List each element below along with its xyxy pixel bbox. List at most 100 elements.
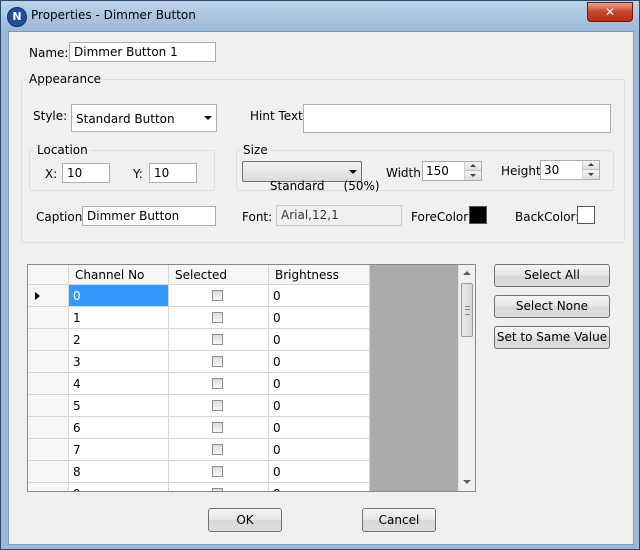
scroll-thumb[interactable] bbox=[461, 283, 473, 337]
cell-channel-no[interactable]: 0 bbox=[69, 285, 169, 307]
cell-brightness[interactable]: 0 bbox=[269, 329, 370, 351]
app-logo-icon: N bbox=[7, 7, 27, 27]
chevron-down-icon bbox=[349, 169, 357, 174]
cell-channel-no[interactable]: 5 bbox=[69, 395, 169, 417]
row-header[interactable] bbox=[28, 417, 69, 439]
column-header-channel[interactable]: Channel No bbox=[69, 265, 169, 285]
select-none-button[interactable]: Select None bbox=[494, 295, 610, 318]
cell-selected bbox=[169, 351, 269, 373]
selected-checkbox[interactable] bbox=[212, 378, 223, 389]
close-button[interactable]: ✕ bbox=[587, 2, 633, 22]
name-label: Name: bbox=[29, 46, 69, 60]
selected-checkbox[interactable] bbox=[212, 422, 223, 433]
cell-brightness[interactable]: 0 bbox=[269, 373, 370, 395]
table-row[interactable]: 90 bbox=[28, 483, 370, 491]
cell-brightness[interactable]: 0 bbox=[269, 417, 370, 439]
location-y-label: Y: bbox=[133, 167, 143, 181]
row-header[interactable] bbox=[28, 483, 69, 491]
table-row[interactable]: 20 bbox=[28, 329, 370, 351]
chevron-down-icon bbox=[204, 116, 212, 120]
cell-brightness[interactable]: 0 bbox=[269, 285, 370, 307]
row-header[interactable] bbox=[28, 351, 69, 373]
select-all-button[interactable]: Select All bbox=[494, 264, 610, 287]
location-y-input[interactable]: 10 bbox=[149, 163, 197, 183]
backcolor-label: BackColor: bbox=[515, 210, 580, 224]
width-increment-icon[interactable] bbox=[465, 162, 481, 171]
caption-input[interactable]: Dimmer Button bbox=[82, 206, 216, 226]
font-display[interactable]: Arial,12,1 bbox=[276, 205, 402, 226]
selected-checkbox[interactable] bbox=[212, 290, 223, 301]
height-increment-icon[interactable] bbox=[583, 161, 599, 170]
selected-checkbox[interactable] bbox=[212, 400, 223, 411]
cell-brightness[interactable]: 0 bbox=[269, 439, 370, 461]
cell-selected bbox=[169, 483, 269, 491]
selected-checkbox[interactable] bbox=[212, 334, 223, 345]
scroll-up-icon[interactable] bbox=[459, 265, 475, 282]
cell-brightness[interactable]: 0 bbox=[269, 461, 370, 483]
table-row[interactable]: 10 bbox=[28, 307, 370, 329]
width-stepper[interactable]: 150 bbox=[422, 161, 482, 181]
location-x-input[interactable]: 10 bbox=[62, 163, 110, 183]
cell-channel-no[interactable]: 9 bbox=[69, 483, 169, 491]
table-row[interactable]: 80 bbox=[28, 461, 370, 483]
height-stepper[interactable]: 30 bbox=[540, 160, 600, 180]
cell-channel-no[interactable]: 4 bbox=[69, 373, 169, 395]
selected-checkbox[interactable] bbox=[212, 488, 223, 491]
cell-brightness[interactable]: 0 bbox=[269, 351, 370, 373]
selected-checkbox[interactable] bbox=[212, 356, 223, 367]
forecolor-swatch[interactable] bbox=[469, 206, 487, 224]
cell-selected bbox=[169, 439, 269, 461]
backcolor-swatch[interactable] bbox=[577, 206, 595, 224]
size-preset-dropdown[interactable]: Standard (50%) bbox=[242, 161, 380, 193]
title-bar[interactable]: N Properties - Dimmer Button ✕ bbox=[1, 1, 639, 31]
column-header-selected[interactable]: Selected bbox=[169, 265, 269, 285]
row-header[interactable] bbox=[28, 373, 69, 395]
hint-text-input[interactable] bbox=[303, 104, 611, 133]
selected-checkbox[interactable] bbox=[212, 466, 223, 477]
table-row[interactable]: 50 bbox=[28, 395, 370, 417]
cell-channel-no[interactable]: 3 bbox=[69, 351, 169, 373]
cell-selected bbox=[169, 285, 269, 307]
table-row[interactable]: 40 bbox=[28, 373, 370, 395]
style-dropdown[interactable]: Standard Button bbox=[71, 104, 217, 132]
window-title: Properties - Dimmer Button bbox=[31, 8, 196, 22]
selected-checkbox[interactable] bbox=[212, 444, 223, 455]
row-header[interactable] bbox=[28, 329, 69, 351]
style-dropdown-value: Standard Button bbox=[76, 112, 175, 126]
row-header[interactable] bbox=[28, 439, 69, 461]
cell-channel-no[interactable]: 8 bbox=[69, 461, 169, 483]
cell-selected bbox=[169, 395, 269, 417]
set-same-value-button[interactable]: Set to Same Value bbox=[494, 326, 610, 349]
column-header-brightness[interactable]: Brightness bbox=[269, 265, 370, 285]
scroll-down-icon[interactable] bbox=[459, 474, 475, 491]
cell-selected bbox=[169, 307, 269, 329]
height-label: Height: bbox=[501, 164, 545, 178]
cancel-button[interactable]: Cancel bbox=[362, 508, 436, 532]
row-header[interactable] bbox=[28, 461, 69, 483]
table-row[interactable]: 60 bbox=[28, 417, 370, 439]
row-header[interactable] bbox=[28, 307, 69, 329]
row-header[interactable] bbox=[28, 395, 69, 417]
current-row-pointer-icon bbox=[35, 292, 40, 300]
height-decrement-icon[interactable] bbox=[583, 170, 599, 179]
table-row[interactable]: 70 bbox=[28, 439, 370, 461]
cell-brightness[interactable]: 0 bbox=[269, 307, 370, 329]
ok-button[interactable]: OK bbox=[208, 508, 282, 532]
width-decrement-icon[interactable] bbox=[465, 171, 481, 180]
row-header-corner bbox=[28, 265, 69, 285]
grip-icon bbox=[465, 306, 470, 315]
name-input[interactable]: Dimmer Button 1 bbox=[69, 42, 216, 62]
cell-brightness[interactable]: 0 bbox=[269, 483, 370, 491]
row-header[interactable] bbox=[28, 285, 69, 307]
grid-scrollbar[interactable] bbox=[458, 265, 475, 491]
cell-channel-no[interactable]: 7 bbox=[69, 439, 169, 461]
selected-checkbox[interactable] bbox=[212, 312, 223, 323]
cell-channel-no[interactable]: 1 bbox=[69, 307, 169, 329]
cell-channel-no[interactable]: 2 bbox=[69, 329, 169, 351]
cell-brightness[interactable]: 0 bbox=[269, 395, 370, 417]
table-row[interactable]: 00 bbox=[28, 285, 370, 307]
channel-grid[interactable]: Channel No Selected Brightness 001020304… bbox=[27, 264, 476, 492]
cell-channel-no[interactable]: 6 bbox=[69, 417, 169, 439]
dialog-body: Name: Dimmer Button 1 Appearance Style: … bbox=[8, 31, 634, 545]
table-row[interactable]: 30 bbox=[28, 351, 370, 373]
